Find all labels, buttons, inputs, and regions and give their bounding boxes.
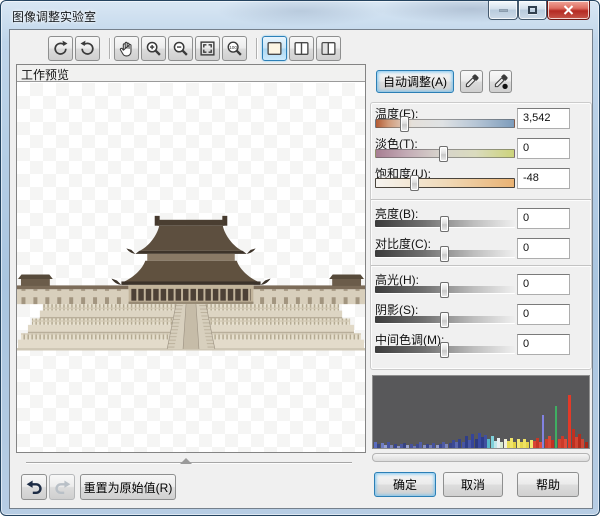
- slider-highlights: 高光(H): 0: [370, 271, 592, 301]
- close-icon: [563, 5, 574, 15]
- temperature-value-input[interactable]: 3,542: [517, 108, 570, 129]
- rotate-ccw-icon: [52, 40, 69, 57]
- minimize-icon: [499, 9, 508, 12]
- split-preview-button[interactable]: [316, 36, 341, 61]
- split-preview-icon: [320, 40, 337, 57]
- slider-shadows: 阴影(S): 0: [370, 301, 592, 331]
- highlights-value-input[interactable]: 0: [517, 274, 570, 295]
- histogram-bar: [585, 442, 588, 448]
- full-preview-icon: [266, 40, 283, 57]
- undo-icon: [26, 479, 43, 496]
- histogram-bar: [555, 406, 557, 448]
- toolbar-separator: [109, 38, 111, 59]
- midtones-slider-track[interactable]: [375, 346, 515, 353]
- undo-button[interactable]: [21, 474, 47, 500]
- redo-button[interactable]: [49, 474, 75, 500]
- window-title: 图像调整实验室: [12, 8, 96, 25]
- preview-canvas[interactable]: [17, 83, 365, 452]
- svg-text:100: 100: [229, 45, 237, 50]
- pan-button[interactable]: [114, 36, 139, 61]
- histogram-bar: [564, 439, 567, 448]
- zoom-to-fit-icon: [199, 40, 216, 57]
- highlights-slider-track[interactable]: [375, 286, 515, 293]
- highlights-slider-thumb[interactable]: [440, 282, 449, 298]
- cancel-button[interactable]: 取消: [443, 472, 503, 497]
- reset-button[interactable]: 重置为原始值(R): [80, 474, 176, 500]
- slider-contrast: 对比度(C): 0: [370, 235, 592, 265]
- zoom-100-icon: 100: [226, 40, 243, 57]
- slider-saturation: 饱和度(U): -48: [370, 165, 592, 195]
- temperature-slider-thumb[interactable]: [400, 116, 409, 132]
- slider-midtones: 中间色调(M): 0: [370, 331, 592, 361]
- histogram: [372, 375, 590, 449]
- slider-temperature: 温度(E): 3,542: [370, 105, 592, 135]
- pan-hand-icon: [118, 40, 135, 57]
- tint-slider-thumb[interactable]: [439, 146, 448, 162]
- histogram-scrollbar[interactable]: [372, 453, 590, 462]
- contrast-value-input[interactable]: 0: [517, 238, 570, 259]
- temperature-slider-track[interactable]: [375, 119, 515, 128]
- help-button[interactable]: 帮助: [517, 472, 579, 497]
- dialog-window: 图像调整实验室: [0, 0, 600, 516]
- white-eyedropper-icon: [463, 73, 480, 90]
- contrast-slider-track[interactable]: [375, 250, 515, 257]
- maximize-button[interactable]: [518, 1, 547, 20]
- zoom-to-fit-button[interactable]: [195, 36, 220, 61]
- histogram-bar: [568, 395, 571, 448]
- maximize-icon: [528, 6, 537, 14]
- slider-brightness: 亮度(B): 0: [370, 205, 592, 235]
- histogram-bar: [551, 440, 554, 448]
- rotate-cw-button[interactable]: [75, 36, 100, 61]
- auto-adjust-button[interactable]: 自动调整(A): [376, 70, 454, 93]
- midtones-slider-thumb[interactable]: [440, 342, 449, 358]
- zoom-in-button[interactable]: [141, 36, 166, 61]
- white-point-eyedropper-button[interactable]: [460, 70, 483, 93]
- ok-button[interactable]: 确定: [374, 472, 436, 497]
- rotate-cw-icon: [79, 40, 96, 57]
- shadows-value-input[interactable]: 0: [517, 304, 570, 325]
- black-eyedropper-icon: [492, 73, 509, 90]
- shadows-slider-thumb[interactable]: [440, 312, 449, 328]
- group-separator: [371, 199, 591, 201]
- brightness-slider-thumb[interactable]: [440, 216, 449, 232]
- zoom-out-icon: [172, 40, 189, 57]
- rotate-ccw-button[interactable]: [48, 36, 73, 61]
- zoom-100-button[interactable]: 100: [222, 36, 247, 61]
- zoom-in-icon: [145, 40, 162, 57]
- minimize-button[interactable]: [488, 1, 518, 20]
- collapse-panel-handle[interactable]: [180, 458, 192, 464]
- black-point-eyedropper-button[interactable]: [489, 70, 512, 93]
- close-button[interactable]: [547, 1, 590, 20]
- preview-panel: 工作预览: [16, 64, 366, 453]
- before-after-preview-icon: [293, 40, 310, 57]
- adjustment-panel: 自动调整(A) 温度(E):: [370, 30, 594, 510]
- shadows-slider-track[interactable]: [375, 316, 515, 323]
- full-preview-button[interactable]: [262, 36, 287, 61]
- tint-slider-track[interactable]: [375, 149, 515, 158]
- midtones-value-input[interactable]: 0: [517, 334, 570, 355]
- tint-value-input[interactable]: 0: [517, 138, 570, 159]
- preview-image-palace: [17, 205, 365, 351]
- dialog-client-area: 100: [9, 29, 593, 509]
- saturation-slider-track[interactable]: [375, 178, 515, 188]
- slider-tint: 淡色(T): 0: [370, 135, 592, 165]
- zoom-out-button[interactable]: [168, 36, 193, 61]
- group-separator: [371, 265, 591, 267]
- toolbar-separator: [256, 38, 258, 59]
- contrast-slider-thumb[interactable]: [440, 246, 449, 262]
- saturation-value-input[interactable]: -48: [517, 168, 570, 189]
- brightness-slider-track[interactable]: [375, 220, 515, 227]
- preview-header: 工作预览: [17, 65, 365, 82]
- brightness-value-input[interactable]: 0: [517, 208, 570, 229]
- before-after-preview-button[interactable]: [289, 36, 314, 61]
- saturation-slider-thumb[interactable]: [410, 175, 419, 191]
- redo-icon: [54, 479, 71, 496]
